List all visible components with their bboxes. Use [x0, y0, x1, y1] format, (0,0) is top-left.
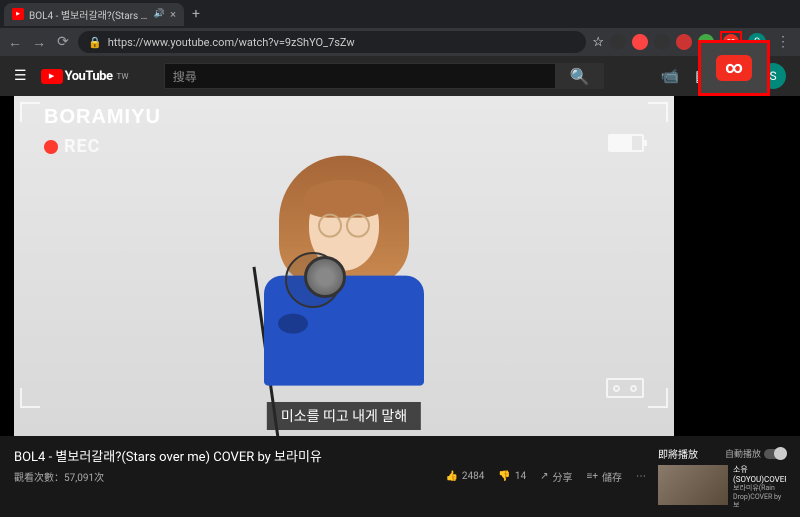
browser-menu-icon[interactable]: ⋮	[772, 34, 794, 50]
thumb-channel: 보라미유(Rain Drop)COVER by 보	[733, 484, 786, 509]
close-tab-icon[interactable]: ×	[170, 8, 176, 21]
dislike-button[interactable]: 👎 14	[498, 471, 526, 482]
view-count: 觀看次數：57,091次	[14, 469, 431, 484]
youtube-logo-icon	[41, 69, 63, 84]
youtube-logo-text: YouTube	[65, 69, 113, 84]
like-button[interactable]: 👍 2484	[445, 471, 484, 482]
extension-icon-3[interactable]	[654, 34, 670, 50]
url-input[interactable]: 🔒 https://www.youtube.com/watch?v=9zShYO…	[78, 31, 586, 53]
save-button[interactable]: ≡+ 儲存	[586, 469, 622, 484]
audio-icon[interactable]: 🔊	[154, 9, 165, 19]
autoplay-toggle[interactable]: 自動播放	[725, 446, 786, 461]
extension-icon-1[interactable]	[610, 34, 626, 50]
lock-icon: 🔒	[88, 36, 102, 49]
extension-popup-highlight: ∞	[698, 40, 770, 96]
more-actions-icon[interactable]: ⋯	[636, 471, 646, 482]
video-title: BOL4 - 별보러갈래?(Stars over me) COVER by 보라…	[14, 446, 646, 465]
tab-bar: BOL4 - 별보러갈래?(Stars ov 🔊 × +	[0, 0, 800, 28]
search-input[interactable]: 搜尋	[164, 63, 556, 89]
video-thumbnail	[658, 465, 728, 505]
extension-popup-icon[interactable]: ∞	[716, 55, 752, 81]
youtube-favicon	[12, 8, 24, 20]
forward-button[interactable]: →	[30, 34, 48, 51]
youtube-logo[interactable]: YouTube TW	[41, 69, 129, 84]
url-text: https://www.youtube.com/watch?v=9zShYO_7…	[108, 36, 355, 49]
new-tab-button[interactable]: +	[184, 6, 208, 22]
browser-tab[interactable]: BOL4 - 별보러갈래?(Stars ov 🔊 ×	[4, 3, 184, 26]
menu-icon[interactable]: ☰	[14, 68, 27, 84]
upnext-label: 即將播放	[658, 446, 698, 461]
tab-title: BOL4 - 별보러갈래?(Stars ov	[29, 7, 149, 22]
video-player[interactable]: BORAMIYU REC 미소를 띠고 내게 말해	[14, 96, 674, 436]
upnext-item[interactable]: 소유(SOYOU)COVER(OVAT) 보라미유(Rain Drop)COVE…	[658, 465, 786, 509]
search-button[interactable]: 🔍	[556, 63, 604, 89]
region-code: TW	[117, 72, 129, 81]
reload-button[interactable]: ⟳	[54, 34, 72, 50]
create-video-icon[interactable]: 📹	[660, 67, 679, 85]
share-button[interactable]: ↗ 分享	[540, 469, 572, 484]
back-button[interactable]: ←	[6, 34, 24, 51]
bookmark-star-icon[interactable]: ☆	[592, 35, 604, 50]
address-bar: ← → ⟳ 🔒 https://www.youtube.com/watch?v=…	[0, 28, 800, 56]
youtube-header: ☰ YouTube TW 搜尋 🔍 📹 ▦ 🔔 S	[0, 56, 800, 96]
video-area: BORAMIYU REC 미소를 띠고 내게 말해	[0, 96, 800, 436]
extension-icon-4[interactable]	[676, 34, 692, 50]
video-caption: 미소를 띠고 내게 말해	[267, 402, 421, 430]
extension-icon-2[interactable]	[632, 34, 648, 50]
video-info-bar: BOL4 - 별보러갈래?(Stars over me) COVER by 보라…	[0, 436, 800, 517]
thumb-title: 소유(SOYOU)COVER(OVAT)	[733, 465, 786, 484]
